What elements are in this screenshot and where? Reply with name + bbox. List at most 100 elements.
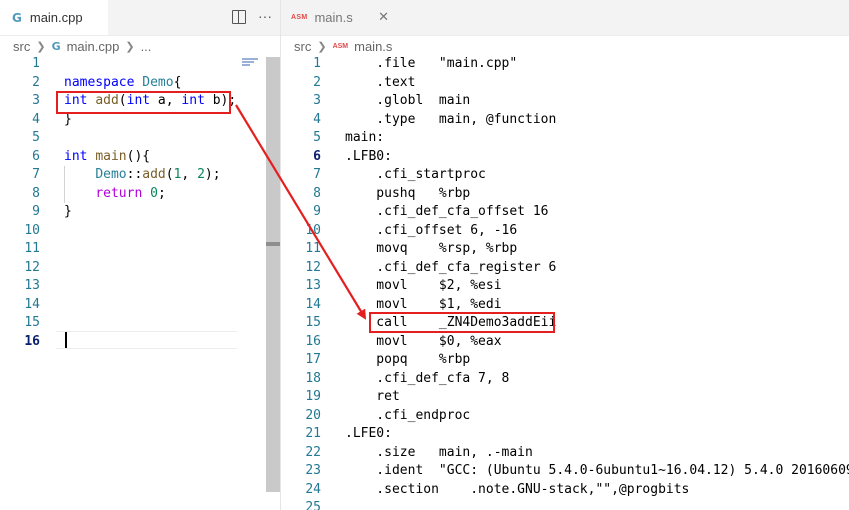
code-token: 2	[197, 167, 205, 182]
scrollbar-thumb[interactable]	[266, 242, 280, 246]
tab-main-s[interactable]: ASM main.s ✕	[281, 0, 401, 35]
current-line-highlight	[56, 331, 237, 349]
chevron-right-icon: ❯	[317, 40, 327, 53]
line-number: 11	[24, 241, 40, 256]
breadcrumb-folder[interactable]: src	[13, 39, 30, 54]
cpp-file-icon: G	[51, 39, 61, 53]
breadcrumb-file[interactable]: main.cpp	[67, 39, 120, 54]
code-text: }	[64, 203, 72, 222]
scrollbar[interactable]	[266, 57, 280, 492]
code-text: .cfi_startproc	[345, 167, 486, 182]
line-number: 9	[313, 204, 321, 219]
left-editor-pane: G main.cpp ··· src ❯ G main.cpp ❯ ... 12…	[0, 0, 280, 510]
line-number: 6	[32, 148, 40, 164]
code-text: .cfi_endproc	[345, 407, 471, 423]
line-number: 10	[305, 222, 321, 238]
line-number: 20	[305, 407, 321, 423]
breadcrumb: src ❯ G main.cpp ❯ ...	[0, 36, 280, 56]
code-token: int	[64, 148, 88, 164]
tab-main-cpp[interactable]: G main.cpp	[0, 0, 108, 35]
breadcrumb-file[interactable]: main.s	[354, 39, 392, 54]
line-number: 4	[32, 111, 40, 127]
code-token: main	[95, 148, 127, 164]
breadcrumb-symbol[interactable]: ...	[141, 39, 152, 54]
code-token: 0	[150, 185, 158, 201]
line-number: 25	[305, 500, 321, 510]
line-number: 9	[32, 204, 40, 219]
code-token: );	[204, 167, 221, 182]
line-number: 4	[313, 111, 321, 127]
code-text: return 0;	[64, 185, 166, 204]
line-number: 18	[305, 370, 321, 386]
code-text: .cfi_def_cfa_register 6	[345, 259, 557, 275]
code-token: return	[95, 185, 143, 201]
code-token: add	[142, 167, 166, 182]
line-number: 12	[24, 259, 40, 275]
code-text: .section .note.GNU-stack,"",@progbits	[345, 481, 690, 497]
text-cursor	[65, 332, 67, 348]
line-number: 16	[305, 333, 321, 349]
line-number: 19	[305, 389, 321, 404]
editor-actions: ···	[232, 8, 272, 24]
breadcrumb: src ❯ ASM main.s	[281, 36, 849, 56]
line-number: 21	[305, 426, 321, 441]
line-number: 7	[32, 167, 40, 182]
code-text: .text	[345, 74, 416, 90]
line-number: 16	[24, 333, 40, 349]
code-token: {	[173, 74, 182, 90]
code-text: Demo::add(1, 2);	[64, 166, 221, 185]
line-number: 7	[313, 167, 321, 182]
code-text: .cfi_def_cfa 7, 8	[345, 370, 510, 386]
code-text: .size main, .-main	[345, 444, 533, 460]
breadcrumb-folder[interactable]: src	[294, 39, 311, 54]
code-token: ::	[126, 167, 143, 182]
code-token: }	[64, 204, 72, 219]
code-text: movl $2, %esi	[345, 278, 502, 293]
line-number: 12	[305, 259, 321, 275]
line-number: 2	[32, 74, 40, 90]
line-number: 15	[305, 315, 321, 330]
cpp-file-icon: G	[12, 10, 22, 25]
line-number: 5	[313, 130, 321, 145]
line-number: 1	[32, 56, 40, 71]
code-text: .ident "GCC: (Ubuntu 5.4.0-6ubuntu1~16.0…	[345, 463, 849, 478]
code-text: int main(){	[64, 148, 150, 167]
line-number: 14	[305, 296, 321, 312]
code-text: pushq %rbp	[345, 185, 471, 201]
chevron-right-icon: ❯	[125, 40, 135, 53]
right-tab-bar: ASM main.s ✕	[281, 0, 849, 36]
right-editor-pane: ASM main.s ✕ src ❯ ASM main.s 1 .file "m…	[281, 0, 849, 510]
code-token: Demo	[142, 74, 174, 90]
line-number: 15	[24, 315, 40, 330]
code-text: movq %rsp, %rbp	[345, 241, 518, 256]
code-text: main:	[345, 130, 385, 145]
line-number: 22	[305, 444, 321, 460]
left-tab-bar: G main.cpp ···	[0, 0, 280, 36]
line-number: 13	[24, 278, 40, 293]
code-text: .type main, @function	[345, 111, 557, 127]
split-editor-icon[interactable]	[232, 10, 246, 24]
code-text: namespace Demo{	[64, 74, 181, 93]
line-number: 14	[24, 296, 40, 312]
minimap[interactable]	[242, 57, 262, 69]
code-text: .file "main.cpp"	[345, 56, 518, 71]
code-token: Demo	[95, 167, 127, 182]
tab-label: main.s	[314, 10, 353, 25]
more-actions-icon[interactable]: ···	[258, 8, 272, 24]
code-token: namespace	[64, 74, 135, 90]
tab-label: main.cpp	[29, 10, 83, 25]
code-token: (){	[126, 148, 151, 164]
code-token: ;	[157, 185, 166, 201]
line-number: 10	[24, 222, 40, 238]
close-icon[interactable]: ✕	[378, 9, 389, 25]
line-number: 2	[313, 74, 321, 90]
line-number: 1	[313, 56, 321, 71]
line-number: 3	[32, 93, 40, 108]
line-number: 8	[313, 185, 321, 201]
asm-file-icon: ASM	[291, 14, 308, 21]
code-text: .cfi_offset 6, -16	[345, 222, 518, 238]
line-number: 8	[32, 185, 40, 201]
highlight-call-box	[369, 312, 555, 333]
